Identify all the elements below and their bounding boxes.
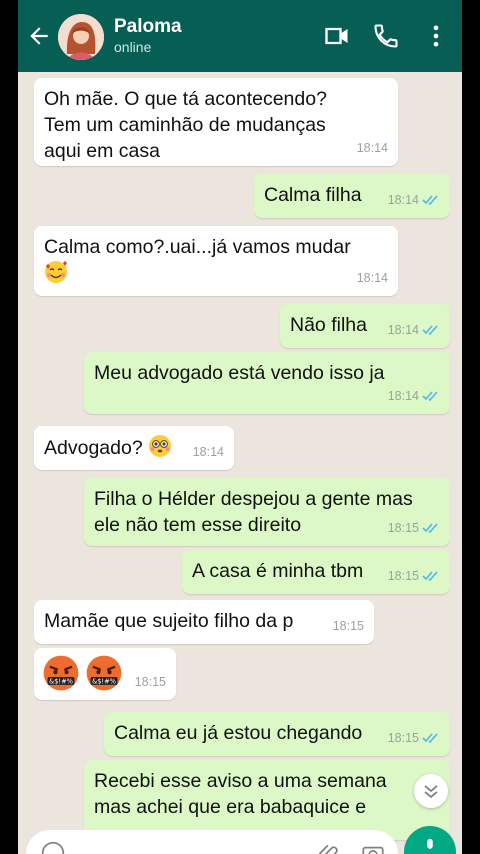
- message-incoming[interactable]: &$!#% &$!#% 18:15: [34, 648, 176, 700]
- message-incoming[interactable]: Mamãe que sujeito filho da p 18:15: [34, 600, 374, 644]
- message-text: Advogado?: [44, 437, 143, 459]
- message-meta: 18:14: [193, 439, 224, 465]
- message-meta: 18:15: [333, 613, 364, 639]
- avatar[interactable]: [58, 14, 104, 60]
- message-meta: 18:15: [135, 669, 166, 695]
- message-text: Calma eu já estou chegando: [114, 722, 363, 744]
- message-text: Calma filha: [264, 184, 362, 206]
- message-meta: 18:15: [388, 563, 440, 589]
- message-time: 18:14: [387, 389, 419, 403]
- message-meta: 18:15: [388, 515, 440, 541]
- message-text: Mamãe que sujeito filho da p: [44, 610, 294, 632]
- message-text: Calma como?.uai...já vamos mudar: [44, 236, 351, 258]
- message-meta: 18:14: [388, 317, 440, 343]
- message-text: Oh mãe. O que tá acontecendo? Tem um cam…: [44, 88, 327, 162]
- chat-screen: Paloma online Oh mãe. O que tá acontecen…: [18, 0, 462, 854]
- message-time: 18:15: [332, 619, 364, 633]
- message-time: 18:15: [387, 569, 419, 583]
- double-chevron-down-icon: [424, 785, 438, 799]
- contact-status: online: [114, 39, 152, 55]
- phone-icon[interactable]: [372, 22, 400, 50]
- message-meta: 18:14: [357, 135, 388, 161]
- face-with-symbols-on-mouth-icon: &$!#%: [43, 655, 79, 691]
- message-input[interactable]: [26, 830, 398, 854]
- svg-text:&$!#%: &$!#%: [92, 677, 116, 685]
- message-list[interactable]: Oh mãe. O que tá acontecendo? Tem um cam…: [18, 72, 462, 840]
- message-outgoing[interactable]: Filha o Hélder despejou a gente mas ele …: [84, 478, 450, 546]
- message-time: 18:14: [387, 323, 419, 337]
- back-arrow-icon[interactable]: [26, 22, 52, 50]
- read-ticks-icon: [422, 325, 438, 336]
- message-meta: 18:15: [388, 725, 440, 751]
- read-ticks-icon: [422, 571, 438, 582]
- face-with-symbols-on-mouth-icon: &$!#%: [87, 655, 122, 691]
- message-time: 18:14: [356, 271, 388, 285]
- emoji-icon[interactable]: [40, 840, 66, 854]
- message-meta: 18:14: [388, 383, 440, 409]
- camera-icon[interactable]: [360, 840, 386, 854]
- read-ticks-icon: [422, 391, 438, 402]
- message-outgoing[interactable]: Não filha 18:14: [280, 304, 450, 348]
- message-time: 18:14: [356, 141, 388, 155]
- read-ticks-icon: [422, 195, 438, 206]
- more-options-icon[interactable]: [422, 22, 450, 50]
- message-incoming[interactable]: Calma como?.uai...já vamos mudar 18:14: [34, 226, 398, 296]
- message-text: Não filha: [290, 314, 367, 336]
- message-time: 18:15: [387, 521, 419, 535]
- message-text: Recebi esse aviso a uma semana mas achei…: [94, 770, 387, 818]
- mic-button[interactable]: [404, 826, 456, 854]
- svg-text:&$!#%: &$!#%: [49, 677, 73, 685]
- composer-bar: [18, 824, 462, 854]
- message-meta: 18:14: [388, 187, 440, 213]
- read-ticks-icon: [422, 523, 438, 534]
- microphone-icon: [427, 838, 433, 849]
- chat-header: Paloma online: [18, 0, 462, 72]
- smiling-face-with-hearts-icon: [45, 261, 67, 283]
- message-meta: 18:14: [357, 265, 388, 291]
- scroll-down-button[interactable]: [414, 774, 448, 808]
- read-ticks-icon: [422, 733, 438, 744]
- message-time: 18:15: [134, 675, 166, 689]
- message-outgoing[interactable]: Meu advogado está vendo isso ja 18:14: [84, 352, 450, 414]
- message-text: A casa é minha tbm: [192, 560, 364, 582]
- message-outgoing[interactable]: A casa é minha tbm 18:15: [182, 550, 450, 594]
- message-outgoing[interactable]: Calma eu já estou chegando 18:15: [104, 712, 450, 756]
- message-time: 18:15: [387, 731, 419, 745]
- message-time: 18:14: [192, 445, 224, 459]
- message-outgoing[interactable]: Calma filha 18:14: [254, 174, 450, 218]
- message-incoming[interactable]: Advogado? 18:14: [34, 426, 234, 470]
- attach-icon[interactable]: [316, 840, 342, 854]
- flushed-face-icon: [149, 435, 172, 457]
- message-time: 18:14: [387, 193, 419, 207]
- contact-name[interactable]: Paloma: [114, 16, 182, 38]
- video-call-icon[interactable]: [323, 22, 351, 50]
- message-incoming[interactable]: Oh mãe. O que tá acontecendo? Tem um cam…: [34, 78, 398, 166]
